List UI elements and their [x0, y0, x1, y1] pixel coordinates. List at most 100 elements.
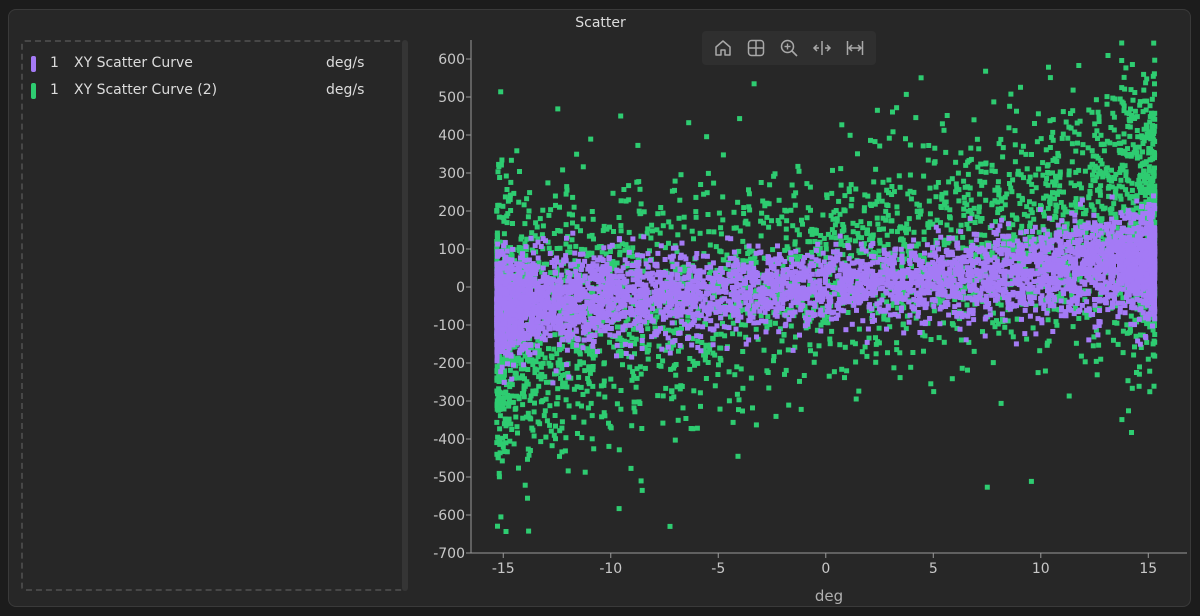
data-point	[717, 406, 723, 412]
data-point	[521, 394, 527, 400]
data-point	[630, 245, 636, 251]
data-point	[1094, 372, 1100, 378]
data-point	[782, 247, 788, 253]
data-point	[516, 465, 521, 471]
data-point	[507, 367, 513, 373]
data-point	[867, 201, 873, 207]
scatter-plot[interactable]: 6005004003002001000-100-200-300-400-500-…	[0, 0, 1200, 616]
data-point	[672, 437, 678, 443]
data-point	[691, 236, 696, 242]
data-point	[900, 321, 906, 327]
data-point	[953, 181, 959, 187]
data-point	[763, 329, 769, 335]
data-point	[582, 368, 588, 374]
data-point	[741, 211, 747, 216]
data-point	[965, 367, 970, 373]
data-point	[1121, 131, 1127, 137]
data-point	[681, 224, 687, 230]
data-point	[794, 227, 800, 233]
data-point	[890, 109, 895, 115]
data-point	[823, 255, 829, 260]
data-point	[675, 232, 681, 238]
data-point	[668, 224, 674, 230]
data-point	[1027, 313, 1033, 319]
data-point	[772, 320, 778, 326]
data-point	[1012, 159, 1018, 165]
data-point	[791, 193, 797, 199]
data-point	[602, 394, 608, 400]
data-point	[510, 221, 515, 226]
data-point	[1027, 174, 1033, 180]
data-point	[1151, 168, 1156, 174]
data-point	[730, 331, 736, 337]
data-point	[966, 226, 972, 232]
data-point	[666, 240, 671, 246]
data-point	[541, 413, 547, 419]
data-point	[497, 426, 503, 432]
data-point	[1024, 336, 1030, 342]
data-point	[524, 196, 530, 202]
data-point	[798, 406, 804, 412]
data-point	[1035, 111, 1041, 117]
data-point	[495, 407, 501, 413]
data-point	[694, 425, 700, 431]
data-point	[498, 514, 504, 520]
data-point	[849, 196, 855, 202]
data-point	[779, 338, 785, 344]
data-point	[903, 91, 909, 97]
data-point	[1134, 155, 1140, 161]
data-point	[884, 299, 889, 305]
data-point	[1076, 316, 1082, 321]
data-point	[528, 416, 534, 422]
data-point	[536, 259, 542, 265]
data-point	[759, 210, 765, 216]
data-point	[580, 216, 586, 222]
data-point	[512, 406, 518, 412]
data-point	[1125, 378, 1131, 384]
data-point	[968, 145, 974, 151]
data-point	[494, 419, 500, 425]
data-point	[765, 370, 771, 375]
data-point	[500, 403, 506, 409]
data-point	[660, 223, 666, 229]
data-point	[884, 202, 890, 208]
data-point	[1070, 87, 1076, 93]
data-point	[1037, 348, 1043, 354]
data-point	[1090, 172, 1095, 178]
data-point	[943, 199, 949, 205]
data-point	[876, 192, 882, 198]
data-point	[829, 328, 835, 334]
data-point	[807, 342, 813, 348]
data-point	[1068, 111, 1073, 116]
data-point	[1141, 138, 1147, 144]
data-point	[800, 221, 805, 227]
data-point	[685, 261, 691, 267]
data-point	[497, 450, 503, 456]
data-point	[995, 199, 1001, 205]
data-point	[588, 400, 594, 406]
data-point	[922, 250, 927, 256]
data-point	[748, 375, 754, 381]
data-point	[995, 210, 1001, 216]
data-point	[966, 320, 972, 326]
data-point	[656, 354, 661, 359]
data-point	[1000, 241, 1006, 247]
data-point	[563, 241, 569, 247]
data-point	[731, 209, 737, 215]
data-point	[574, 151, 580, 157]
data-point	[734, 364, 740, 370]
data-point	[698, 182, 704, 187]
data-point	[1032, 224, 1038, 230]
data-point	[1152, 91, 1157, 97]
data-point	[686, 120, 692, 126]
data-point	[889, 184, 895, 189]
data-point	[681, 214, 687, 220]
data-point	[578, 246, 584, 252]
data-point	[801, 373, 807, 378]
data-point	[510, 246, 516, 252]
data-point	[528, 393, 534, 399]
data-point	[740, 385, 746, 391]
data-point	[1152, 339, 1158, 345]
data-point	[494, 375, 500, 381]
data-point	[559, 419, 565, 425]
